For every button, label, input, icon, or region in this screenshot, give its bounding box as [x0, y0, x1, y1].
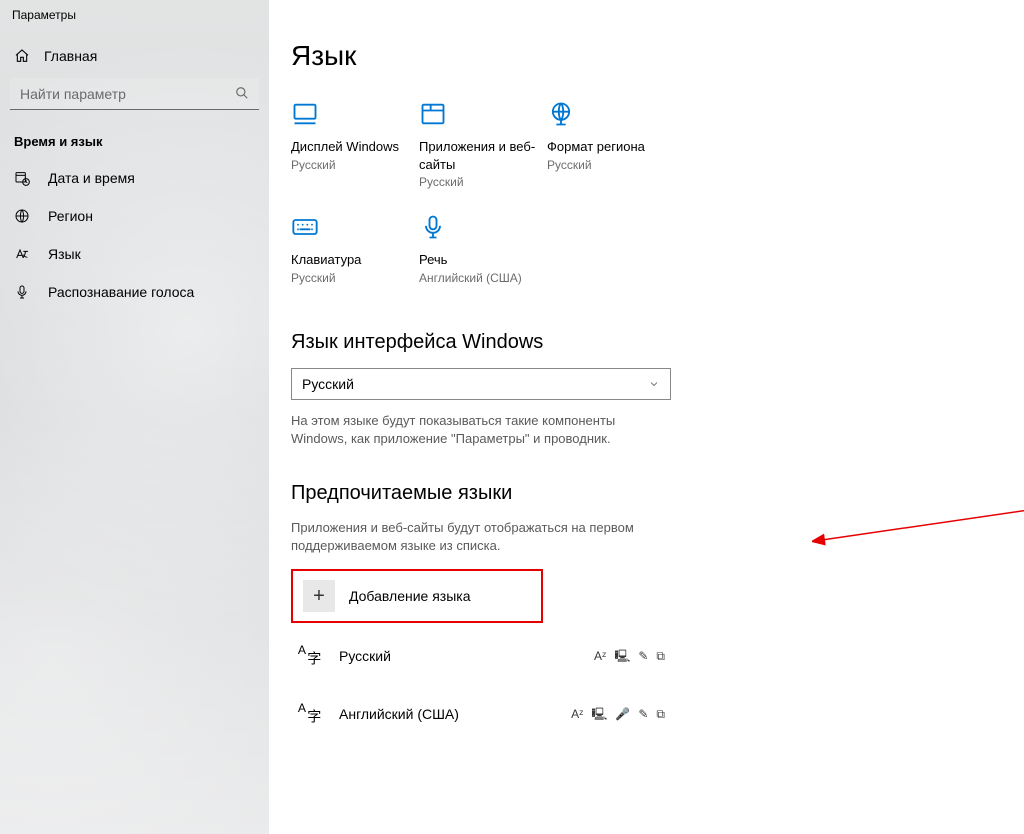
- microphone-icon: [14, 284, 30, 300]
- nav-item-label: Язык: [48, 246, 81, 262]
- language-name: Русский: [339, 648, 594, 664]
- tile-keyboard[interactable]: Клавиатура Русский: [291, 213, 419, 309]
- tile-title: Клавиатура: [291, 251, 413, 269]
- search-input[interactable]: [10, 78, 259, 110]
- nav-item-speech[interactable]: Распознавание голоса: [0, 273, 269, 311]
- tile-row: Дисплей Windows Русский Приложения и веб…: [291, 100, 1004, 213]
- add-language-label: Добавление языка: [349, 588, 471, 604]
- section-display-language: Язык интерфейса Windows: [291, 331, 1004, 354]
- search-icon: [235, 86, 249, 100]
- apps-icon: [419, 100, 447, 128]
- tile-apps-websites[interactable]: Приложения и веб-сайты Русский: [419, 100, 547, 213]
- tile-sub: Английский (США): [419, 271, 541, 285]
- globe-stand-icon: [547, 100, 575, 128]
- tile-title: Приложения и веб-сайты: [419, 138, 541, 173]
- tile-region-format[interactable]: Формат региона Русский: [547, 100, 675, 213]
- add-language-button[interactable]: + Добавление языка: [291, 569, 543, 623]
- language-glyph-icon: A字: [295, 641, 325, 671]
- tile-title: Формат региона: [547, 138, 669, 156]
- display-language-help: На этом языке будут показываться такие к…: [291, 412, 671, 448]
- display-language-feature-icon: Aᶻ: [571, 708, 583, 720]
- nav-item-region[interactable]: Регион: [0, 197, 269, 235]
- speech-feature-icon: ⧉: [656, 708, 665, 720]
- nav-item-label: Распознавание голоса: [48, 284, 194, 300]
- text-to-speech-feature-icon: 🖳: [614, 650, 630, 662]
- tile-row: Клавиатура Русский Речь Английский (США): [291, 213, 1004, 309]
- tile-display-language[interactable]: Дисплей Windows Русский: [291, 100, 419, 213]
- handwriting-feature-icon: ✎: [638, 708, 648, 720]
- svg-text:字: 字: [307, 709, 321, 725]
- microphone-feature-icon: 🎤: [615, 708, 630, 720]
- calendar-clock-icon: [14, 170, 30, 186]
- nav-item-datetime[interactable]: Дата и время: [0, 159, 269, 197]
- annotation-arrow: [812, 500, 1024, 560]
- language-feature-icons: Aᶻ 🖳 ✎ ⧉: [594, 650, 665, 662]
- svg-text:A: A: [298, 644, 307, 658]
- keyboard-icon: [291, 213, 319, 241]
- main-content: Язык Дисплей Windows Русский Приложения …: [269, 0, 1024, 834]
- language-row-english-us[interactable]: A字 Английский (США) Aᶻ 🖳 🎤 ✎ ⧉: [291, 689, 671, 739]
- handwriting-feature-icon: ✎: [638, 650, 648, 662]
- chevron-down-icon: [648, 378, 660, 390]
- tile-title: Речь: [419, 251, 541, 269]
- tile-sub: Русский: [291, 271, 413, 285]
- language-name: Английский (США): [339, 706, 571, 722]
- language-glyph-icon: A字: [295, 699, 325, 729]
- globe-icon: [14, 208, 30, 224]
- svg-text:A: A: [298, 702, 307, 716]
- nav-home[interactable]: Главная: [0, 28, 269, 78]
- tile-title: Дисплей Windows: [291, 138, 413, 156]
- app-title: Параметры: [0, 0, 269, 28]
- language-row-russian[interactable]: A字 Русский Aᶻ 🖳 ✎ ⧉: [291, 631, 671, 681]
- language-icon: [14, 246, 30, 262]
- language-feature-icons: Aᶻ 🖳 🎤 ✎ ⧉: [571, 708, 665, 720]
- search-wrap: [0, 78, 269, 120]
- display-language-select[interactable]: Русский: [291, 368, 671, 400]
- speech-feature-icon: ⧉: [656, 650, 665, 662]
- nav-item-language[interactable]: Язык: [0, 235, 269, 273]
- nav-item-label: Регион: [48, 208, 93, 224]
- microphone-icon: [419, 213, 447, 241]
- display-language-value: Русский: [302, 376, 354, 392]
- nav-home-label: Главная: [44, 48, 97, 64]
- section-preferred-languages: Предпочитаемые языки: [291, 482, 1004, 505]
- plus-icon: +: [303, 580, 335, 612]
- page-title: Язык: [291, 40, 1004, 72]
- display-language-feature-icon: Aᶻ: [594, 650, 606, 662]
- home-icon: [14, 48, 30, 64]
- tile-sub: Русский: [419, 175, 541, 189]
- tile-speech[interactable]: Речь Английский (США): [419, 213, 547, 309]
- nav-group-title: Время и язык: [0, 120, 269, 159]
- tile-sub: Русский: [291, 158, 413, 172]
- nav-item-label: Дата и время: [48, 170, 135, 186]
- settings-sidebar: Параметры Главная Время и язык Дата и вр…: [0, 0, 269, 834]
- svg-text:字: 字: [307, 651, 321, 667]
- preferred-languages-desc: Приложения и веб-сайты будут отображатьс…: [291, 519, 671, 555]
- tile-sub: Русский: [547, 158, 669, 172]
- monitor-icon: [291, 100, 319, 128]
- text-to-speech-feature-icon: 🖳: [591, 708, 607, 720]
